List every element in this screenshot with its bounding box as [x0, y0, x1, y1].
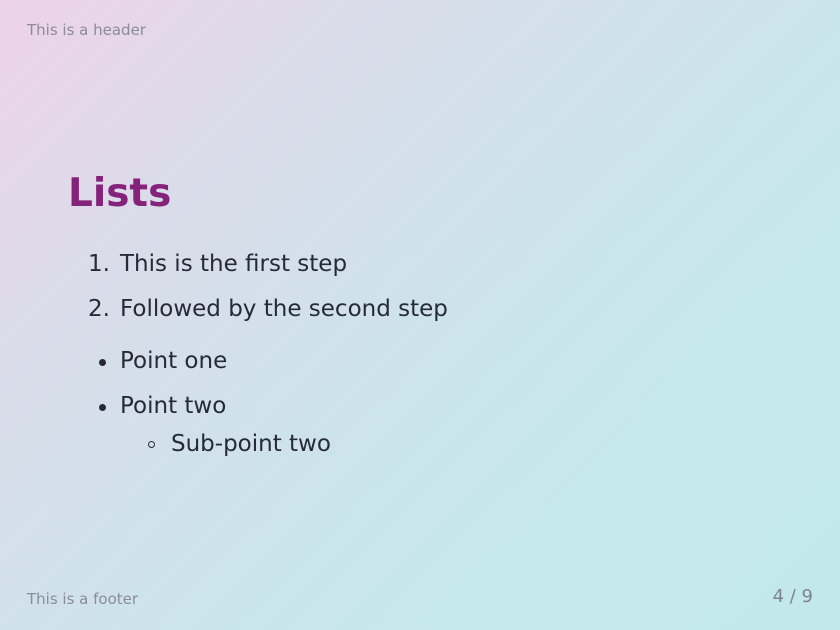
slide-title: Lists	[68, 171, 172, 216]
slide-content: 1. This is the first step 2. Followed by…	[0, 245, 840, 463]
list-number: 1.	[88, 251, 110, 277]
slide-header: This is a header	[27, 21, 146, 39]
ordered-list-item: 2. Followed by the second step	[0, 290, 840, 335]
list-item-text: Point one	[120, 348, 228, 374]
slide-footer: This is a footer	[27, 590, 139, 608]
bullet-icon	[99, 404, 106, 411]
sub-bullet-list-item: Sub-point two	[0, 425, 840, 463]
list-number: 2.	[88, 296, 110, 322]
hollow-bullet-icon	[148, 441, 155, 448]
bullet-icon	[99, 359, 106, 366]
page-number: 4 / 9	[772, 586, 813, 607]
bullet-list-item: Point one	[0, 342, 840, 387]
bullet-list: Point one Point two Sub-point two	[0, 342, 840, 463]
ordered-list: 1. This is the first step 2. Followed by…	[0, 245, 840, 335]
list-item-text: Followed by the second step	[120, 296, 448, 322]
sub-list-item-text: Sub-point two	[171, 431, 331, 457]
slide: This is a header Lists 1. This is the fi…	[0, 0, 840, 630]
list-item-text: This is the first step	[120, 251, 348, 277]
ordered-list-item: 1. This is the first step	[0, 245, 840, 290]
list-item-text: Point two	[120, 393, 227, 419]
